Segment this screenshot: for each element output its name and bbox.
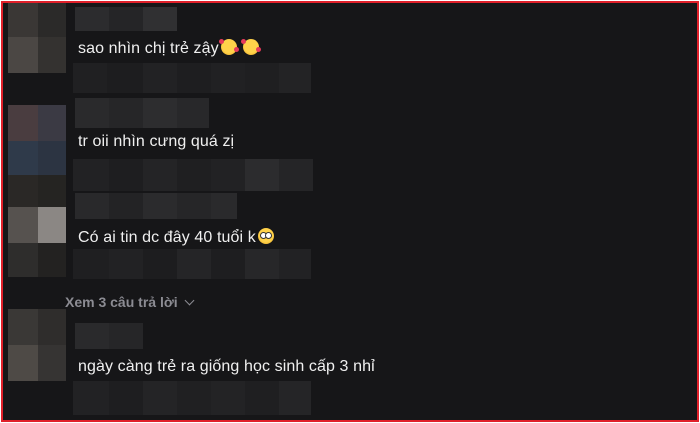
comment-text-content: Có ai tin dc đây 40 tuổi k (78, 229, 256, 246)
comment-text: ngày càng trẻ ra giống học sinh cấp 3 nh… (78, 358, 375, 376)
comment-text: Có ai tin dc đây 40 tuổi k (78, 228, 274, 247)
smiling-face-with-hearts-icon (241, 39, 262, 55)
smiling-face-with-hearts-icon (218, 39, 239, 55)
comment-text-content: tr oii nhìn cưng quá zị (78, 133, 235, 150)
flushed-face-icon (257, 228, 274, 244)
comments-panel: sao nhìn chị trẻ zậy tr oii nhìn cưng qu… (1, 1, 699, 422)
chevron-down-icon (184, 295, 195, 306)
comment-text: sao nhìn chị trẻ zậy (78, 39, 262, 58)
view-replies-button[interactable]: Xem 3 câu trả lời (65, 294, 195, 310)
view-replies-label: Xem 3 câu trả lời (65, 294, 178, 310)
comment-text: tr oii nhìn cưng quá zị (78, 133, 234, 151)
comment-text-content: ngày càng trẻ ra giống học sinh cấp 3 nh… (78, 358, 375, 375)
comment-text-content: sao nhìn chị trẻ zậy (78, 40, 219, 57)
